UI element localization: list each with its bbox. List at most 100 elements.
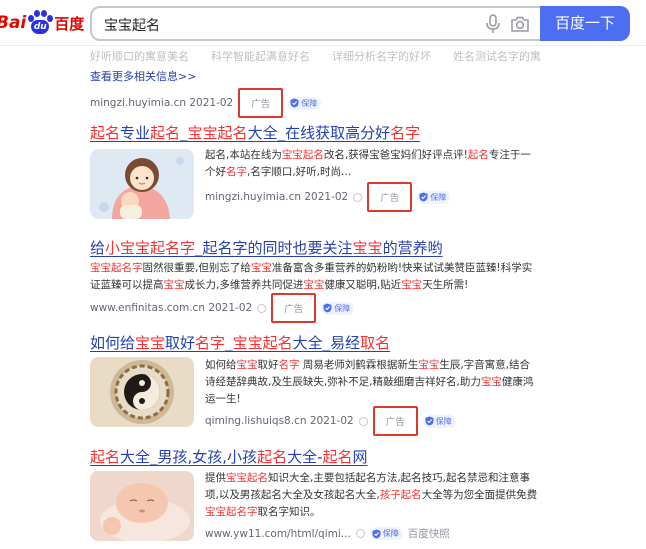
guarantee-badge[interactable]: 保障 xyxy=(288,96,322,110)
text-run: 健康又聪明,贴近 xyxy=(324,279,402,291)
guarantee-badge[interactable]: 保障 xyxy=(422,414,456,428)
keyword-highlight: 起名 xyxy=(467,149,489,161)
text-run: 提供 xyxy=(205,472,226,484)
keyword-highlight: 宝宝 xyxy=(352,239,383,257)
keyword-highlight: 名字 xyxy=(226,166,247,178)
text-run: 给 xyxy=(90,239,106,257)
keyword-highlight: 宝宝 xyxy=(236,359,258,371)
result-url[interactable]: www.enfinitas.com.cn 2021-02 xyxy=(90,302,252,314)
result-title[interactable]: 起名大全_男孩,女孩,小孩起名大全-起名网 xyxy=(90,446,368,467)
text-run: 改名,获得宝爸宝妈们好评点评! xyxy=(323,149,468,161)
result-thumbnail-sleeping-baby[interactable] xyxy=(90,471,194,541)
ad-highlight-box: 广告 xyxy=(372,406,418,436)
result-url-row: mingzi.huyimia.cn 2021-02 广告 保障 xyxy=(90,88,322,118)
text-run: 大全_男孩,女孩,小孩 xyxy=(120,448,258,466)
result-description: 如何给宝宝取好名字 周易老师刘鹤霖根据新生宝宝生辰,字音寓意,结合诗经楚辞典故,… xyxy=(205,357,540,408)
text-run: _ xyxy=(225,334,233,352)
result-url[interactable]: www.yw11.com/html/qimi... xyxy=(205,528,351,540)
result-url-row: www.enfinitas.com.cn 2021-02 广告 保障 xyxy=(90,293,355,323)
text-run: 取好 xyxy=(257,359,279,371)
shield-icon xyxy=(425,416,434,426)
sub-link[interactable]: 详细分析名字的好坏 xyxy=(332,48,431,64)
guarantee-badge[interactable]: 保障 xyxy=(417,190,451,204)
text-run: 周易老师刘鹤霖根据新生 xyxy=(299,359,419,371)
more-info-link[interactable]: 查看更多相关信息>> xyxy=(90,68,196,84)
guarantee-badge[interactable]: 保障 xyxy=(321,301,355,315)
result-thumbnail-yin-yang[interactable] xyxy=(90,357,194,427)
keyword-highlight: 宝宝 xyxy=(418,359,440,371)
keyword-highlight: 宝宝起名字 xyxy=(90,262,143,274)
result-title[interactable]: 如何给宝宝取好名字_宝宝起名大全_易经取名 xyxy=(90,332,390,353)
text-run: 大全_易经 xyxy=(292,334,361,352)
ad-highlight-box: 广告 xyxy=(271,293,317,323)
circle-icon xyxy=(358,416,368,426)
result-title[interactable]: 给小宝宝起名字_起名字的同时也要关注宝宝的营养哟 xyxy=(90,237,443,258)
keyword-highlight: 取名 xyxy=(360,334,391,352)
result-url[interactable]: mingzi.huyimia.cn 2021-02 xyxy=(90,97,233,109)
text-run: 如何给 xyxy=(205,359,237,371)
text-run: 如何给 xyxy=(90,334,136,352)
text-run: 专业 xyxy=(120,124,151,142)
text-run: 大全等为您全面提供免费 xyxy=(421,489,538,501)
circle-icon xyxy=(353,192,363,202)
keyword-highlight: 宝宝起名 xyxy=(281,149,324,161)
result-url-row: qiming.lishuiqs8.cn 2021-02 广告 保障 xyxy=(205,406,456,436)
text-run: 网 xyxy=(352,448,368,466)
keyword-highlight: 宝宝起名 xyxy=(187,124,248,142)
result-url[interactable]: mingzi.huyimia.cn 2021-02 xyxy=(205,191,348,203)
keyword-highlight: 起名 xyxy=(90,124,121,142)
text-run: 大全- xyxy=(287,448,323,466)
sub-links-row: 好听顺口的寓意美名 科学智能起满意好名 详细分析名字的好坏 姓名测试名字的寓意 xyxy=(90,48,540,64)
ad-label: 广告 xyxy=(284,304,304,315)
search-button[interactable]: 百度一下 xyxy=(540,6,630,41)
search-query-text: 宝宝起名 xyxy=(104,18,160,34)
baidu-logo[interactable]: Bai du 百度 xyxy=(0,10,84,36)
microphone-icon[interactable] xyxy=(484,14,502,34)
guarantee-badge[interactable]: 保障 xyxy=(369,527,403,540)
result-description: 起名,本站在线为宝宝起名改名,获得宝爸宝妈们好评点评!起名专注于一个好名字,名字… xyxy=(205,147,540,181)
result-title[interactable]: 起名专业起名_宝宝起名大全_在线获取高分好名字 xyxy=(90,122,420,143)
keyword-highlight: 名字 xyxy=(278,359,300,371)
keyword-highlight: 名字 xyxy=(390,124,421,142)
keyword-highlight: 宝宝起名 xyxy=(226,472,268,484)
text-run: 取好 xyxy=(165,334,196,352)
text-run: 的营养哟 xyxy=(382,239,443,257)
ad-highlight-box: 广告 xyxy=(367,182,413,212)
camera-icon[interactable] xyxy=(510,15,530,33)
keyword-highlight: 起名 xyxy=(322,448,353,466)
text-run: 固然很重要,但别忘了给 xyxy=(142,262,251,274)
result-thumbnail-mother-baby[interactable] xyxy=(90,149,194,219)
result-url-row: mingzi.huyimia.cn 2021-02 广告 保障 xyxy=(205,182,451,212)
keyword-highlight: 起名 xyxy=(150,124,181,142)
keyword-highlight: 小宝宝起名字 xyxy=(105,239,196,257)
text-run: 取名字知识。 xyxy=(257,506,321,518)
text-run: ,名字顺口,好听,时尚... xyxy=(247,166,352,178)
text-run: _起名字的同时也要关注 xyxy=(195,239,353,257)
snapshot-link[interactable]: 百度快照 xyxy=(408,526,450,541)
text-run: 天生所需! xyxy=(422,279,469,291)
ad-label: 广告 xyxy=(251,99,271,110)
text-run: _ xyxy=(180,124,188,142)
keyword-highlight: 宝宝起名 xyxy=(232,334,293,352)
ad-highlight-box: 广告 xyxy=(238,88,284,118)
circle-icon xyxy=(257,303,267,313)
text-run: 大全_在线获取高分好 xyxy=(247,124,391,142)
shield-icon xyxy=(419,192,428,202)
sub-link[interactable]: 科学智能起满意好名 xyxy=(211,48,310,64)
shield-icon xyxy=(372,529,381,538)
sub-link[interactable]: 好听顺口的寓意美名 xyxy=(90,48,189,64)
text-run: 成长力,多维营养共同促进 xyxy=(184,279,304,291)
logo-text-baidu: 百度 xyxy=(54,14,85,33)
keyword-highlight: 宝宝起名字 xyxy=(205,506,258,518)
keyword-highlight: 宝宝 xyxy=(303,279,325,291)
result-url[interactable]: qiming.lishuiqs8.cn 2021-02 xyxy=(205,415,354,427)
keyword-highlight: 孩子起名 xyxy=(379,489,422,501)
paw-icon: du xyxy=(27,10,54,36)
shield-icon xyxy=(323,303,332,313)
keyword-highlight: 宝宝 xyxy=(401,279,423,291)
search-input[interactable]: 宝宝起名 xyxy=(90,6,540,41)
keyword-highlight: 宝宝 xyxy=(135,334,166,352)
sub-link[interactable]: 姓名测试名字的寓意 xyxy=(453,48,540,64)
keyword-highlight: 名字 xyxy=(195,334,226,352)
logo-text-bai: Bai xyxy=(0,13,27,33)
